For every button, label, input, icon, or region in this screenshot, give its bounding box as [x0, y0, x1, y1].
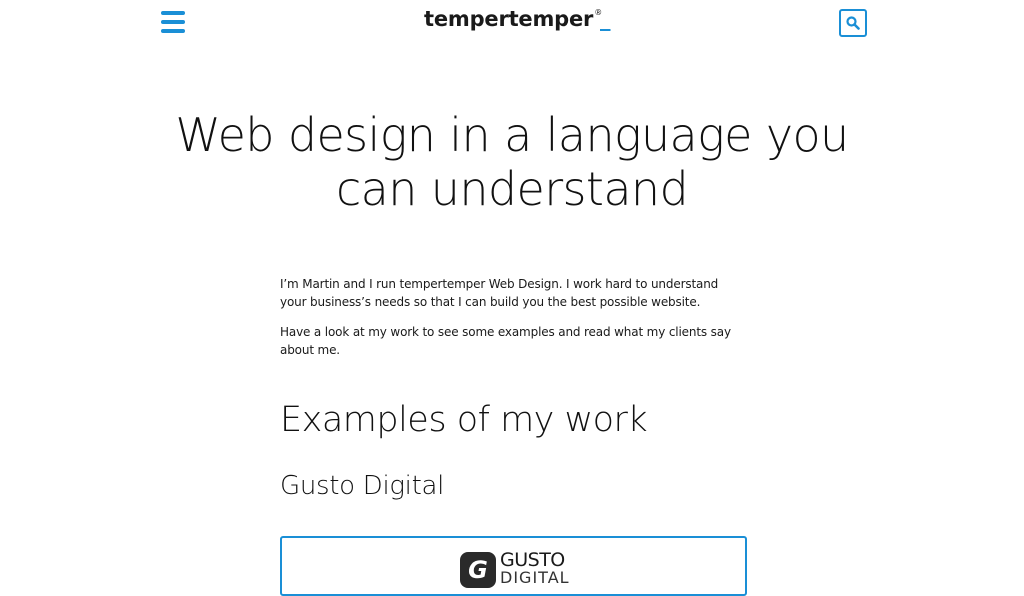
site-header: tempertemper ® _ — [0, 0, 1024, 50]
work-item-title[interactable]: Gusto Digital — [280, 471, 746, 501]
intro: I’m Martin and I run tempertemper Web De… — [280, 275, 746, 359]
logo-text: tempertemper — [424, 7, 594, 31]
search-icon — [846, 16, 860, 30]
gusto-digital-logo-badge: G — [460, 552, 496, 588]
gusto-digital-logo-text: GUSTO DIGITAL — [500, 551, 570, 587]
main-content: I’m Martin and I run tempertemper Web De… — [280, 275, 746, 501]
gusto-digital-logo: G GUSTO DIGITAL — [460, 551, 570, 588]
intro-paragraph-1: I’m Martin and I run tempertemper Web De… — [280, 277, 719, 309]
hamburger-menu-button[interactable] — [161, 11, 185, 33]
work-section-title: Examples of my work — [280, 400, 648, 440]
hamburger-menu-icon-bar — [161, 29, 185, 33]
logo-underscore: _ — [600, 7, 611, 31]
hamburger-menu-icon-bar — [161, 20, 185, 24]
hero-title-line1: Web design in a language you — [175, 108, 849, 162]
search-button[interactable] — [839, 9, 867, 37]
hero-title-line2: can understand — [335, 162, 689, 216]
hero-title: Web design in a language you can underst… — [0, 108, 1024, 216]
site-logo[interactable]: tempertemper ® _ — [424, 7, 611, 35]
intro-paragraph-2: Have a look at my work to see some examp… — [280, 325, 731, 357]
hamburger-menu-icon — [161, 11, 185, 15]
work-item-card[interactable]: G GUSTO DIGITAL — [280, 536, 747, 596]
gusto-digital-logo-text-line2: DIGITAL — [500, 568, 570, 587]
